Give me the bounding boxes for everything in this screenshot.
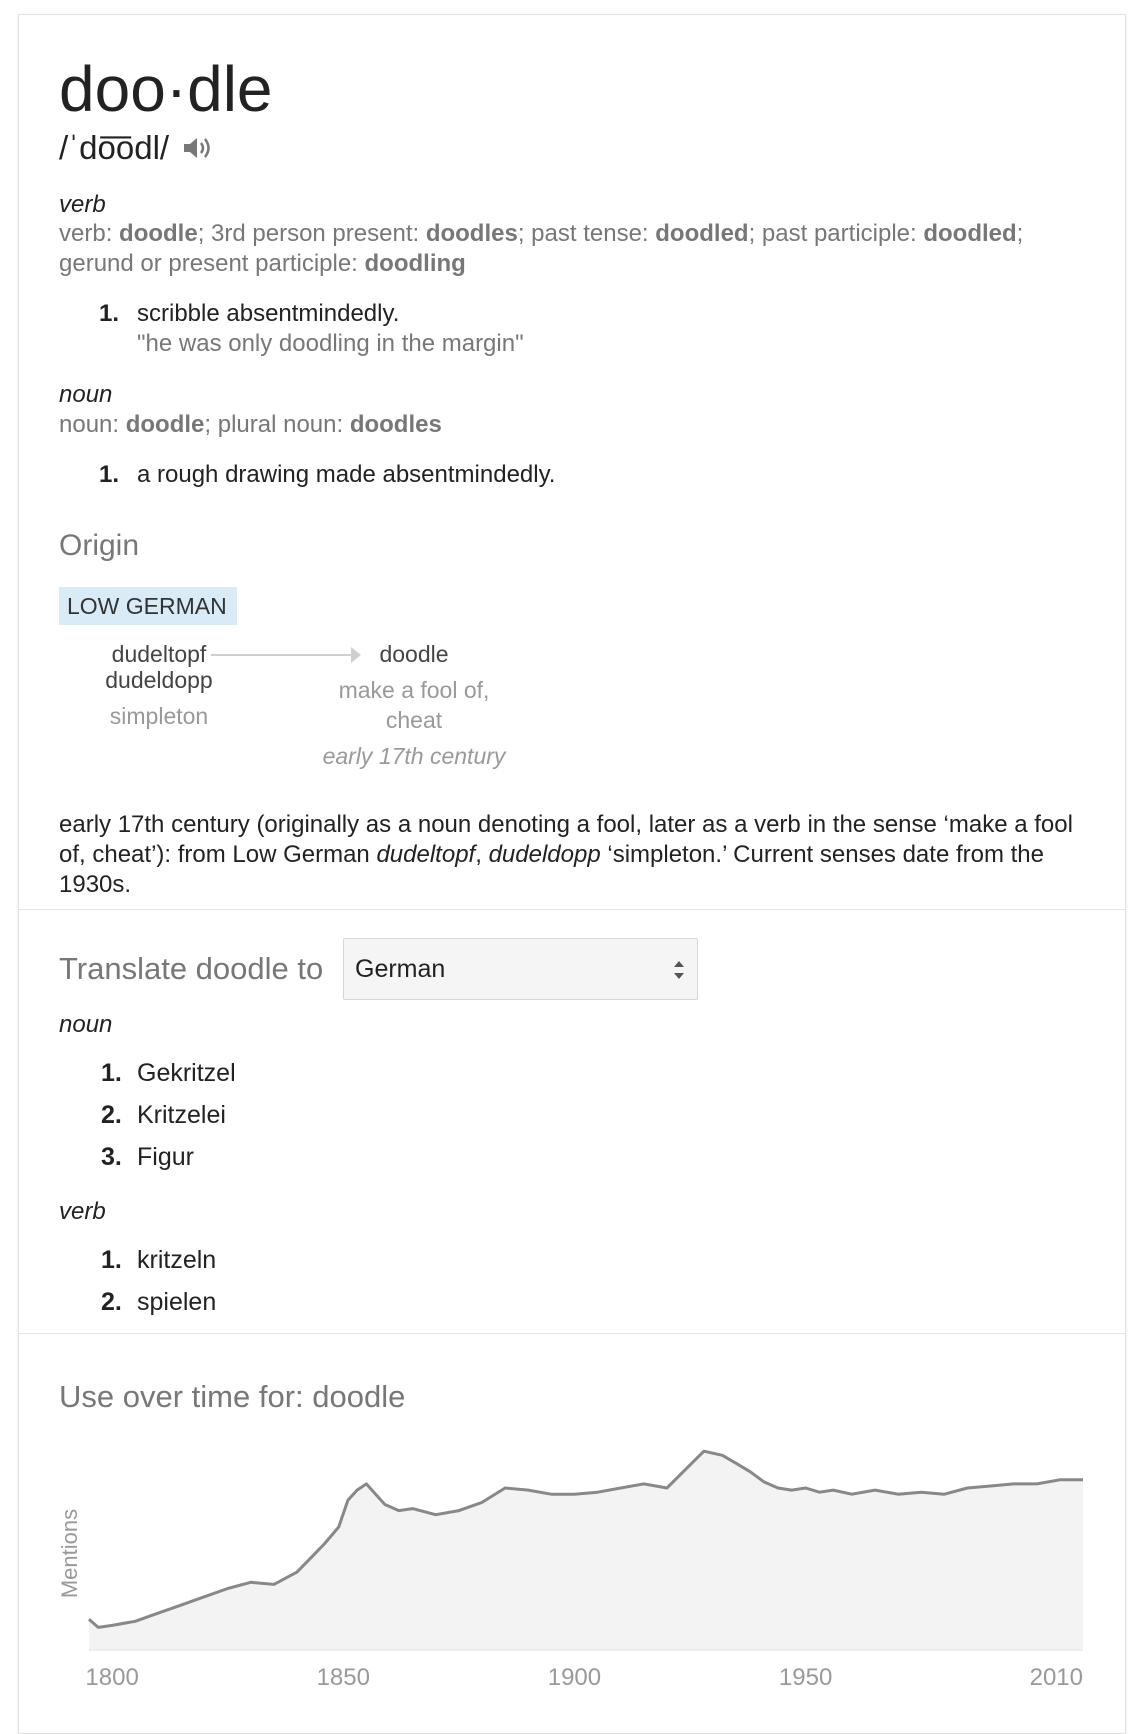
x-tick-label: 1800: [85, 1664, 138, 1691]
item-text: spielen: [137, 1288, 217, 1316]
etym-target-gloss-1: make a fool of,: [338, 677, 490, 703]
etym-source-gloss: simpleton: [109, 703, 209, 729]
verb-form-label: verb:: [59, 220, 120, 247]
select-arrows-icon: [674, 961, 684, 979]
verb-form-word: doodled: [655, 220, 749, 247]
sense-number: 1.: [99, 461, 120, 488]
origin-text: early 17th century (originally as a noun…: [59, 810, 1099, 900]
verb-form-word: doodling: [364, 250, 466, 277]
verb-form-label: ; past tense:: [517, 220, 656, 247]
noun-sense-1: 1. a rough drawing made absentmindedly.: [99, 460, 555, 490]
noun-form-label: ; plural noun:: [204, 411, 350, 438]
translation-item[interactable]: 1. Gekritzel: [101, 1059, 236, 1088]
noun-form-label: noun:: [59, 411, 126, 438]
origin-language-badge: LOW GERMAN: [59, 587, 237, 625]
section-divider: [19, 909, 1125, 910]
item-number: 1.: [101, 1059, 122, 1087]
usage-area-fill: [89, 1451, 1083, 1650]
dictionary-card: doo·dle /ˈdo͞odl/ verb verb: doodle; 3rd…: [18, 14, 1126, 1734]
pronunciation-row: /ˈdo͞odl/: [59, 129, 215, 167]
headword: doo·dle: [59, 53, 273, 125]
item-number: 3.: [101, 1143, 122, 1171]
verb-forms: verb: doodle; 3rd person present: doodle…: [59, 219, 1059, 279]
sense-definition: a rough drawing made absentmindedly.: [137, 461, 556, 488]
item-text: Kritzelei: [137, 1101, 226, 1129]
pos-verb: verb: [59, 191, 106, 218]
noun-form-word: doodle: [125, 411, 205, 438]
item-number: 1.: [101, 1246, 122, 1274]
verb-form-word: doodled: [923, 220, 1017, 247]
translate-pos-noun: noun: [59, 1011, 113, 1038]
y-axis-label: Mentions: [57, 1509, 82, 1598]
etym-target-gloss-2: cheat: [385, 707, 443, 733]
verb-form-label: ; 3rd person present:: [197, 220, 426, 247]
translation-item[interactable]: 2. Kritzelei: [101, 1101, 226, 1130]
verb-sense-1: 1. scribble absentmindedly. "he was only…: [99, 299, 524, 359]
translation-item[interactable]: 2. spielen: [101, 1288, 216, 1317]
language-select[interactable]: German: [343, 938, 698, 1000]
item-text: kritzeln: [137, 1246, 217, 1274]
origin-text-word: dudeldopp: [488, 841, 601, 868]
translation-item[interactable]: 3. Figur: [101, 1143, 194, 1172]
etym-target-word: doodle: [379, 641, 449, 667]
sense-example: "he was only doodling in the margin": [137, 330, 524, 357]
section-divider: [19, 1333, 1125, 1334]
sense-definition: scribble absentmindedly.: [137, 300, 400, 327]
pos-noun: noun: [59, 381, 113, 408]
translation-item[interactable]: 1. kritzeln: [101, 1246, 216, 1275]
noun-forms: noun: doodle; plural noun: doodles: [59, 410, 1059, 440]
translate-pos-verb: verb: [59, 1198, 106, 1225]
sense-number: 1.: [99, 300, 120, 327]
etym-target-date: early 17th century: [322, 743, 506, 769]
item-text: Figur: [137, 1143, 194, 1171]
origin-text-word: dudeltopf: [376, 841, 476, 868]
language-select-value: German: [355, 954, 446, 983]
verb-form-label: ; past participle:: [748, 220, 924, 247]
noun-form-word: doodles: [349, 411, 442, 438]
verb-form-word: doodles: [425, 220, 518, 247]
item-number: 2.: [101, 1288, 122, 1316]
verb-form-word: doodle: [119, 220, 198, 247]
x-tick-label: 1900: [548, 1664, 601, 1691]
item-number: 2.: [101, 1101, 122, 1129]
pronunciation: /ˈdo͞odl/: [59, 129, 170, 166]
origin-heading: Origin: [59, 529, 140, 562]
translate-label: Translate doodle to: [59, 951, 324, 986]
usage-chart-title: Use over time for: doodle: [59, 1379, 406, 1414]
x-tick-label: 2010: [1030, 1664, 1083, 1691]
etym-source-word-2: dudeldopp: [105, 667, 213, 693]
origin-text-part: ,: [475, 841, 489, 868]
x-tick-label: 1950: [779, 1664, 832, 1691]
x-tick-label: 1850: [317, 1664, 370, 1691]
item-text: Gekritzel: [137, 1059, 236, 1087]
speaker-icon[interactable]: [181, 133, 215, 163]
usage-chart: 1800 1850 1900 1950 2010 Mentions: [57, 1449, 1083, 1691]
